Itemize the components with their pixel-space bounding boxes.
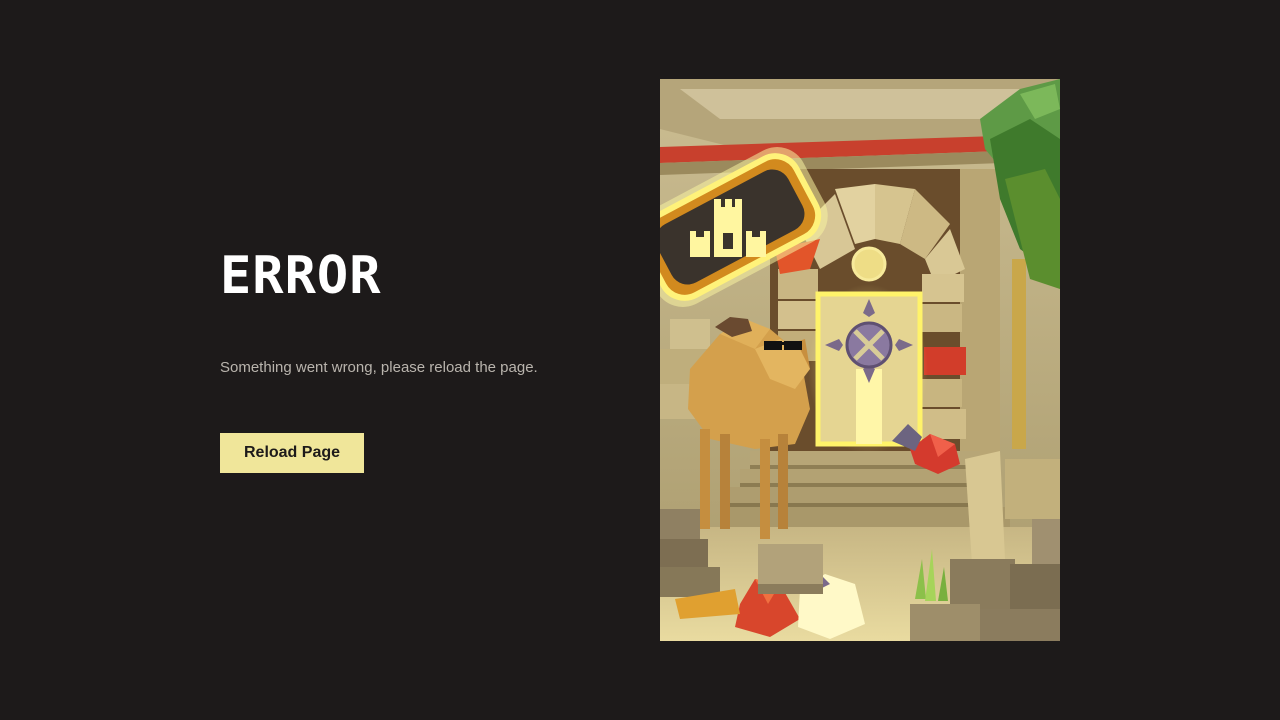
error-title: ERROR	[220, 246, 382, 306]
error-page: ERROR Something went wrong, please reloa…	[0, 0, 1280, 720]
reload-page-button[interactable]: Reload Page	[220, 433, 364, 473]
error-content: ERROR Something went wrong, please reloa…	[220, 0, 620, 720]
error-illustration	[660, 79, 1060, 641]
illustration-scene	[660, 79, 1060, 641]
error-message: Something went wrong, please reload the …	[220, 359, 538, 376]
